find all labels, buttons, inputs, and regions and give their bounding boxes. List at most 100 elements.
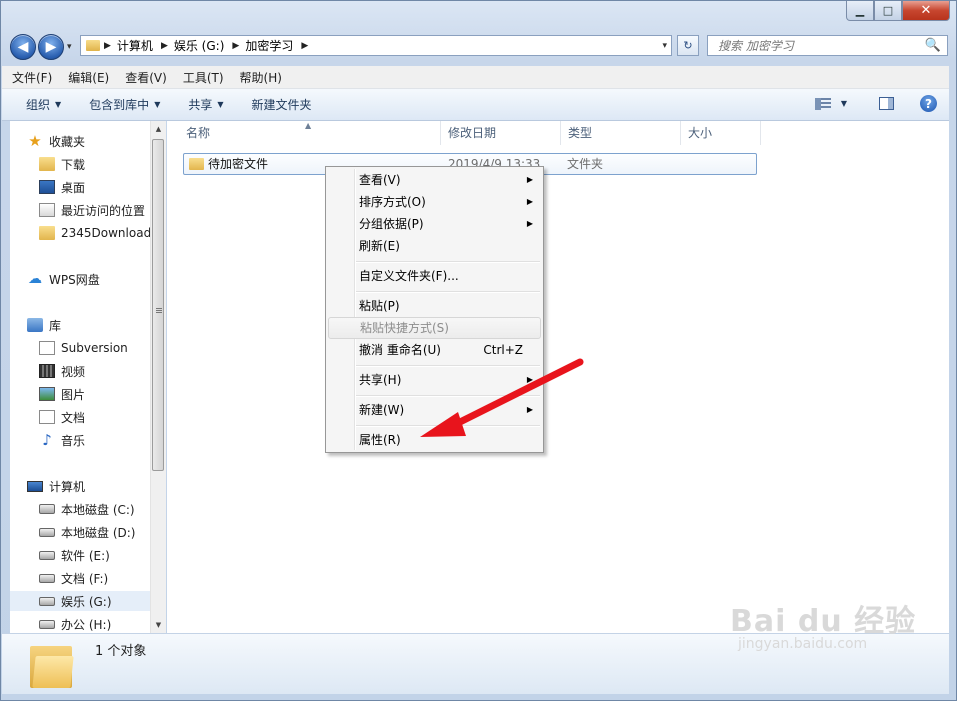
nav-drive-c[interactable]: 本地磁盘 (C:): [39, 499, 150, 519]
menu-item-label: 撤消 重命名(U): [359, 343, 441, 357]
menu-item-view[interactable]: 查看(V) ▶: [328, 169, 541, 191]
search-icon[interactable]: 🔍: [925, 38, 941, 53]
new-folder-button[interactable]: 新建文件夹: [252, 96, 312, 113]
menu-item-label: 刷新(E): [359, 239, 400, 253]
nav-downloads[interactable]: 下载: [39, 154, 150, 174]
menu-item-properties[interactable]: 属性(R): [328, 429, 541, 451]
nav-favorites[interactable]: ★ 收藏夹: [27, 131, 150, 151]
chevron-down-icon: ▼: [217, 100, 224, 109]
nav-music[interactable]: ♪ 音乐: [39, 430, 150, 450]
menu-item-label: 粘贴快捷方式(S): [360, 321, 449, 335]
folder-icon: [39, 157, 55, 171]
column-size[interactable]: 大小: [681, 121, 761, 145]
forward-button[interactable]: ▶: [38, 34, 64, 60]
window-controls: ▁ □ ✕: [846, 1, 950, 21]
nav-subversion[interactable]: Subversion: [39, 338, 150, 358]
breadcrumb-current-folder[interactable]: 加密学习: [245, 37, 293, 54]
scroll-up-icon[interactable]: ▲: [151, 121, 166, 137]
help-icon[interactable]: ?: [920, 95, 937, 112]
breadcrumb-separator-icon[interactable]: ▶: [161, 41, 168, 51]
star-icon: ★: [28, 132, 42, 150]
picture-icon: [39, 387, 55, 401]
nav-libraries[interactable]: 库: [27, 315, 150, 335]
nav-2345downloads[interactable]: 2345Downloads: [39, 223, 150, 243]
menu-item-new[interactable]: 新建(W) ▶: [328, 399, 541, 421]
drive-icon: [39, 550, 55, 560]
preview-pane-icon[interactable]: [879, 97, 894, 110]
menu-file[interactable]: 文件(F): [6, 69, 58, 86]
navpane-scrollbar[interactable]: ▲ ▼: [150, 121, 166, 633]
recent-pages-dropdown[interactable]: ▾: [67, 42, 72, 52]
search-box[interactable]: 🔍: [707, 35, 948, 56]
nav-drive-h[interactable]: 办公 (H:): [39, 614, 150, 633]
column-date-modified[interactable]: 修改日期: [441, 121, 561, 145]
column-type[interactable]: 类型: [561, 121, 681, 145]
video-icon: [39, 364, 55, 378]
nav-computer[interactable]: 计算机: [27, 476, 150, 496]
menu-separator: [356, 395, 540, 397]
menu-item-paste[interactable]: 粘贴(P): [328, 295, 541, 317]
menu-view[interactable]: 查看(V): [119, 69, 173, 86]
nav-label: 库: [49, 318, 62, 333]
nav-label: 最近访问的位置: [61, 203, 146, 218]
drive-icon: [39, 596, 55, 606]
nav-documents[interactable]: 文档: [39, 407, 150, 427]
submenu-arrow-icon: ▶: [526, 375, 533, 384]
nav-drive-d[interactable]: 本地磁盘 (D:): [39, 522, 150, 542]
drive-icon: [39, 619, 55, 629]
breadcrumb-computer[interactable]: 计算机: [117, 37, 153, 54]
nav-label: 视频: [61, 364, 86, 379]
menu-tools[interactable]: 工具(T): [177, 69, 230, 86]
file-list[interactable]: ▲ 名称 修改日期 类型 大小 待加密文件 2019/4/9 13:33 文件夹: [167, 121, 949, 633]
minimize-button[interactable]: ▁: [846, 1, 874, 21]
breadcrumb-separator-icon[interactable]: ▶: [301, 41, 308, 51]
nav-drive-f[interactable]: 文档 (F:): [39, 568, 150, 588]
maximize-button[interactable]: □: [874, 1, 902, 21]
breadcrumb-drive-g[interactable]: 娱乐 (G:): [174, 37, 225, 54]
nav-recent-places[interactable]: 最近访问的位置: [39, 200, 150, 220]
close-button[interactable]: ✕: [902, 1, 950, 21]
address-bar[interactable]: ▶ 计算机 ▶ 娱乐 (G:) ▶ 加密学习 ▶ ▾: [80, 35, 672, 56]
nav-pictures[interactable]: 图片: [39, 384, 150, 404]
scroll-thumb[interactable]: [152, 139, 164, 471]
nav-drive-e[interactable]: 软件 (E:): [39, 545, 150, 565]
menu-item-label: 属性(R): [359, 433, 401, 447]
back-button[interactable]: ◀: [10, 34, 36, 60]
search-input[interactable]: [716, 37, 930, 54]
nav-label: 下载: [61, 157, 86, 172]
nav-videos[interactable]: 视频: [39, 361, 150, 381]
breadcrumb-separator-icon[interactable]: ▶: [104, 41, 111, 51]
nav-desktop[interactable]: 桌面: [39, 177, 150, 197]
menu-edit[interactable]: 编辑(E): [62, 69, 115, 86]
shortcut-label: Ctrl+Z: [483, 343, 523, 357]
breadcrumb-separator-icon[interactable]: ▶: [232, 41, 239, 51]
include-library-label: 包含到库中: [89, 98, 150, 112]
view-options-icon[interactable]: [814, 97, 831, 110]
share-label: 共享: [188, 98, 213, 112]
organize-button[interactable]: 组织 ▼: [26, 96, 61, 113]
cloud-icon: ☁: [28, 271, 42, 287]
nav-label: Subversion: [61, 341, 128, 355]
submenu-arrow-icon: ▶: [526, 219, 533, 228]
address-history-dropdown-icon[interactable]: ▾: [662, 41, 667, 51]
menu-item-sort-by[interactable]: 排序方式(O) ▶: [328, 191, 541, 213]
view-dropdown-icon[interactable]: ▼: [841, 99, 847, 108]
share-button[interactable]: 共享 ▼: [188, 96, 223, 113]
nav-drive-g[interactable]: 娱乐 (G:): [10, 591, 150, 611]
menu-item-label: 分组依据(P): [359, 217, 424, 231]
refresh-button[interactable]: ↻: [677, 35, 699, 56]
chevron-down-icon: ▼: [55, 100, 62, 109]
scroll-down-icon[interactable]: ▼: [151, 617, 166, 633]
nav-wps-cloud[interactable]: ☁ WPS网盘: [27, 269, 150, 289]
menu-help[interactable]: 帮助(H): [234, 69, 288, 86]
nav-label: 本地磁盘 (C:): [61, 502, 135, 517]
menu-item-group-by[interactable]: 分组依据(P) ▶: [328, 213, 541, 235]
menu-item-refresh[interactable]: 刷新(E): [328, 235, 541, 257]
menu-item-label: 共享(H): [359, 373, 402, 387]
nav-label: 办公 (H:): [61, 617, 112, 632]
menu-item-customize-folder[interactable]: 自定义文件夹(F)...: [328, 265, 541, 287]
column-name[interactable]: 名称: [179, 121, 441, 145]
menu-item-share[interactable]: 共享(H) ▶: [328, 369, 541, 391]
menu-item-undo-rename[interactable]: 撤消 重命名(U) Ctrl+Z: [328, 339, 541, 361]
include-in-library-button[interactable]: 包含到库中 ▼: [89, 96, 160, 113]
